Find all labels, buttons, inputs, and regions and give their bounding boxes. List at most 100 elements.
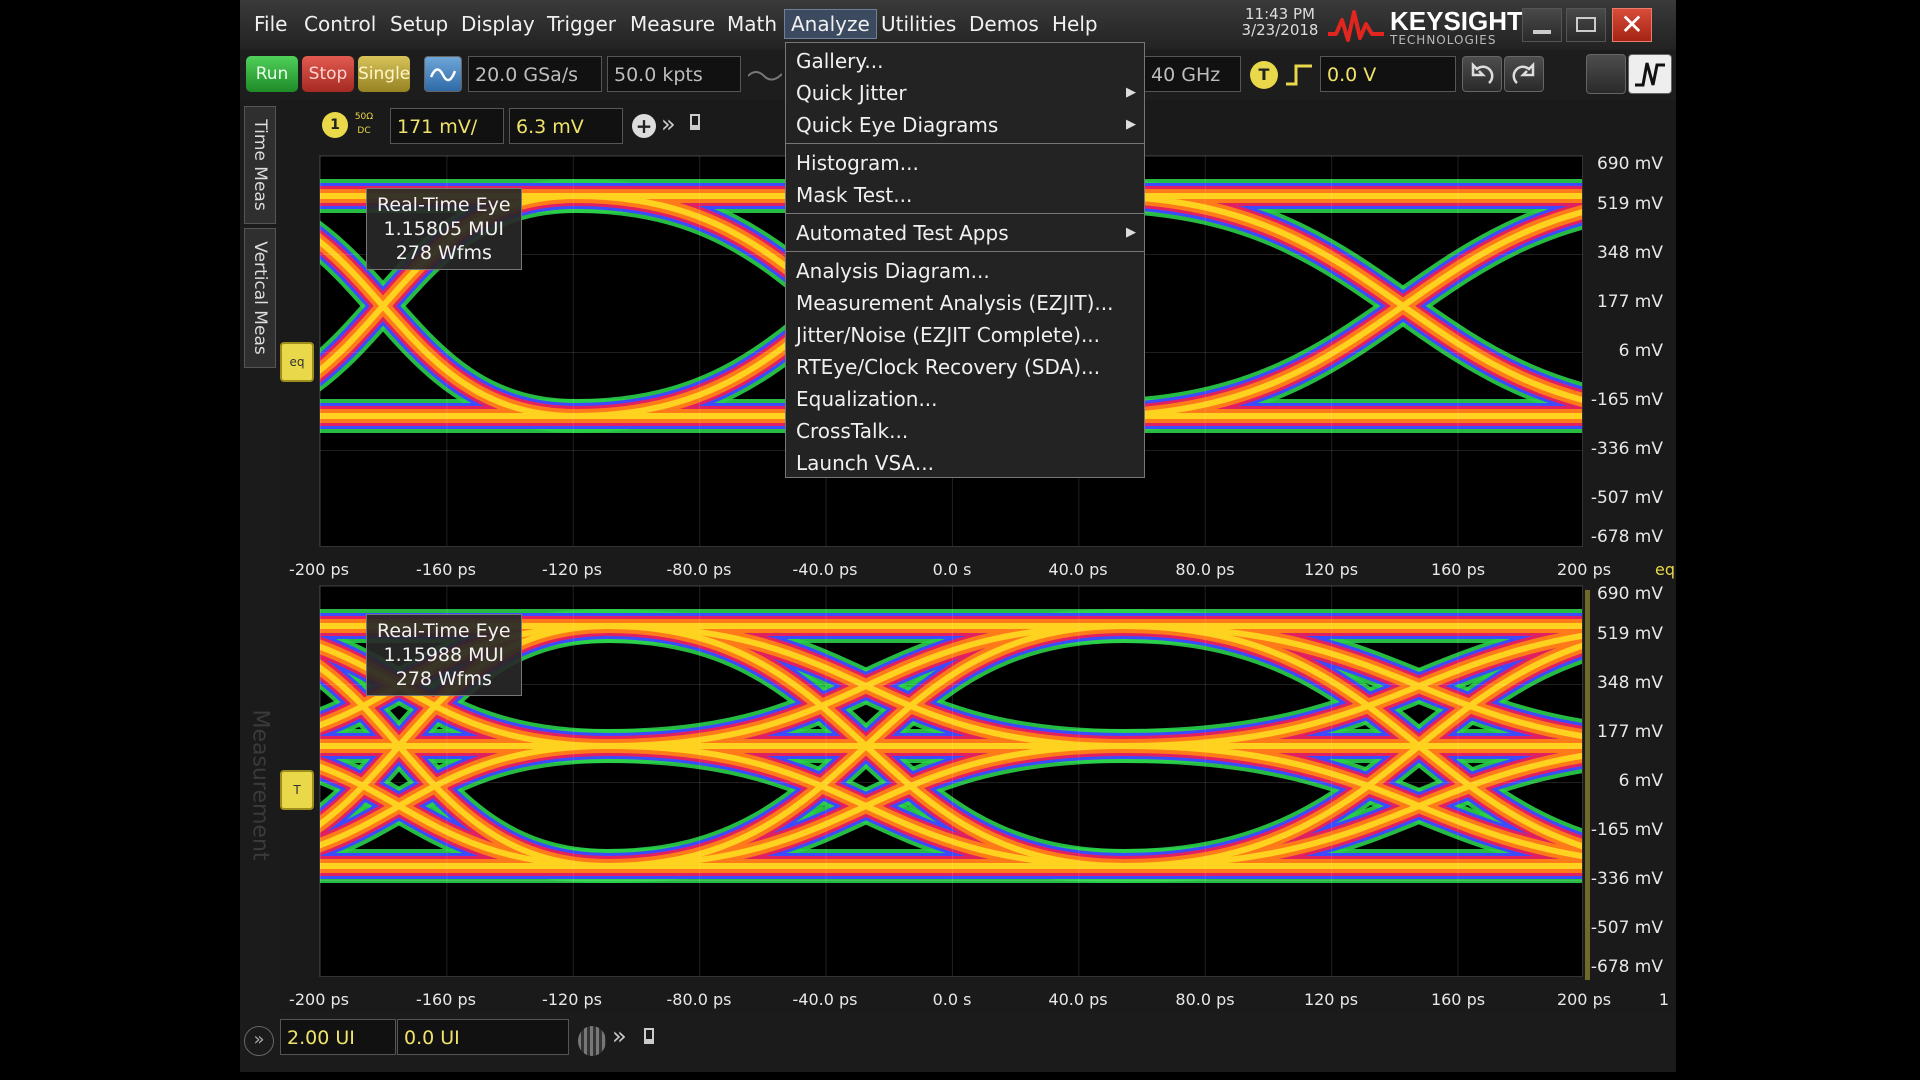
menu-file[interactable]: File [254, 12, 287, 36]
bandwidth-field[interactable]: 40 GHz [1145, 56, 1241, 92]
menu-item-quick-eye-diagrams[interactable]: Quick Eye Diagrams ▶ [786, 109, 1144, 141]
left-tab-panel: Time Meas Vertical Meas Measurement [240, 100, 280, 1030]
menu-control[interactable]: Control [304, 12, 376, 36]
expand-panel-button[interactable]: » [244, 1026, 274, 1056]
x-label: -120 ps [542, 990, 602, 1009]
horizontal-controls-bar: » 2.00 UI 0.0 UI » [240, 1012, 1676, 1072]
x-label-end: 1 [1658, 990, 1670, 1009]
eye-info-bottom-mui: 1.15988 MUI [383, 644, 505, 666]
menu-setup[interactable]: Setup [390, 12, 448, 36]
channel-1-badge[interactable]: 1 [322, 112, 348, 138]
vertical-scale-field[interactable]: 171 mV/ [390, 108, 504, 144]
add-channel-button[interactable]: + [632, 114, 656, 138]
menu-item-label: Gallery... [796, 49, 884, 73]
horizontal-position-field[interactable]: 0.0 UI [397, 1019, 569, 1055]
x-label: 160 ps [1430, 990, 1486, 1009]
x-label: 0.0 s [932, 990, 972, 1009]
menu-item-measurement-analysis[interactable]: Measurement Analysis (EZJIT)... [786, 287, 1144, 319]
menu-item-gallery[interactable]: Gallery... [786, 45, 1144, 77]
channel-marker-bottom[interactable]: T [280, 770, 314, 810]
x-label: 40.0 ps [1048, 990, 1108, 1009]
x-label: -80.0 ps [666, 990, 732, 1009]
menu-demos[interactable]: Demos [969, 12, 1039, 36]
menu-item-analysis-diagram[interactable]: Analysis Diagram... [786, 255, 1144, 287]
y-label: 6 mV [1618, 771, 1663, 791]
tab-time-meas-label: Time Meas [250, 119, 270, 211]
expand-chevron-icon[interactable]: » [661, 110, 676, 138]
x-axis-labels-top: -200 ps -160 ps -120 ps -80.0 ps -40.0 p… [280, 560, 1676, 584]
run-button[interactable]: Run [246, 56, 298, 92]
close-button[interactable]: ✕ [1612, 8, 1652, 42]
menu-math[interactable]: Math [727, 12, 777, 36]
autoscale-icon [429, 68, 457, 82]
eye-info-bottom-title: Real-Time Eye [377, 620, 511, 642]
menu-analyze[interactable]: Analyze [784, 9, 877, 39]
x-label: 40.0 ps [1048, 560, 1108, 579]
x-label: 0.0 s [932, 560, 972, 579]
menu-help[interactable]: Help [1052, 12, 1098, 36]
channel-marker-top[interactable]: eq [280, 342, 314, 382]
clock-time: 11:43 PM [1245, 5, 1315, 23]
horizontal-scale-field[interactable]: 2.00 UI [280, 1019, 396, 1055]
sample-rate-field[interactable]: 20.0 GSa/s [468, 56, 602, 92]
menu-item-label: Analysis Diagram... [796, 259, 990, 283]
menu-trigger[interactable]: Trigger [547, 12, 616, 36]
x-label: -120 ps [542, 560, 602, 579]
menu-item-label: Quick Eye Diagrams [796, 113, 999, 137]
channel-scale-bar [1585, 590, 1590, 980]
tab-vertical-meas[interactable]: Vertical Meas [244, 228, 276, 368]
pin-icon[interactable] [644, 1028, 654, 1044]
x-label: -40.0 ps [792, 560, 858, 579]
tab-vertical-meas-label: Vertical Meas [250, 241, 270, 355]
chevron-right-icon: » [253, 1029, 265, 1050]
memory-depth-field[interactable]: 50.0 kpts [607, 56, 741, 92]
y-label: -336 mV [1590, 439, 1663, 459]
pin-icon[interactable] [690, 114, 700, 130]
close-icon: ✕ [1620, 8, 1644, 41]
maximize-icon [1576, 17, 1596, 32]
menu-item-rteye-clock-recovery[interactable]: RTEye/Clock Recovery (SDA)... [786, 351, 1144, 383]
menu-item-label: Mask Test... [796, 183, 913, 207]
menu-item-equalization[interactable]: Equalization... [786, 383, 1144, 415]
menu-measure[interactable]: Measure [630, 12, 715, 36]
horizontal-knob-icon[interactable] [578, 1026, 606, 1056]
eye-info-top-wfms: 278 Wfms [395, 242, 492, 264]
menu-item-launch-vsa[interactable]: Launch VSA... [786, 447, 1144, 479]
waveform-tools-button[interactable] [1628, 54, 1672, 94]
y-label: 6 mV [1618, 341, 1663, 361]
eye-diagram-bottom: Real-Time Eye 1.15988 MUI 278 Wfms [319, 585, 1583, 977]
redo-icon [1512, 61, 1535, 84]
maximize-button[interactable] [1566, 8, 1606, 42]
channel-coupling: 50Ω DC [354, 110, 374, 142]
trigger-level-field[interactable]: 0.0 V [1320, 56, 1456, 92]
y-label: -678 mV [1590, 957, 1663, 977]
expand-chevron-icon[interactable]: » [612, 1022, 627, 1050]
trigger-channel-badge[interactable]: T [1250, 61, 1278, 89]
menu-item-automated-test-apps[interactable]: Automated Test Apps ▶ [786, 217, 1144, 249]
menu-item-quick-jitter[interactable]: Quick Jitter ▶ [786, 77, 1144, 109]
autoscale-button[interactable] [424, 56, 462, 92]
menu-utilities[interactable]: Utilities [881, 12, 956, 36]
eye-info-top-mui: 1.15805 MUI [383, 218, 505, 240]
rising-edge-icon[interactable] [1284, 62, 1314, 88]
menu-item-mask-test[interactable]: Mask Test... [786, 179, 1144, 211]
y-label: 177 mV [1596, 722, 1663, 742]
undo-icon [1471, 61, 1494, 84]
tab-measurement[interactable]: Measurement [244, 620, 276, 950]
stop-button[interactable]: Stop [302, 56, 354, 92]
vertical-offset-field[interactable]: 6.3 mV [509, 108, 623, 144]
submenu-arrow-icon: ▶ [1126, 117, 1136, 132]
menu-item-jitter-noise[interactable]: Jitter/Noise (EZJIT Complete)... [786, 319, 1144, 351]
single-button[interactable]: Single [358, 56, 410, 92]
tab-time-meas[interactable]: Time Meas [244, 106, 276, 224]
menu-item-histogram[interactable]: Histogram... [786, 147, 1144, 179]
undo-button[interactable] [1462, 56, 1502, 92]
menu-display[interactable]: Display [461, 12, 535, 36]
tool-button[interactable] [1586, 54, 1626, 94]
x-label: 120 ps [1303, 560, 1359, 579]
redo-button[interactable] [1504, 56, 1544, 92]
menu-item-label: Histogram... [796, 151, 919, 175]
menu-item-crosstalk[interactable]: CrossTalk... [786, 415, 1144, 447]
minimize-button[interactable] [1522, 8, 1562, 42]
x-label: 120 ps [1303, 990, 1359, 1009]
